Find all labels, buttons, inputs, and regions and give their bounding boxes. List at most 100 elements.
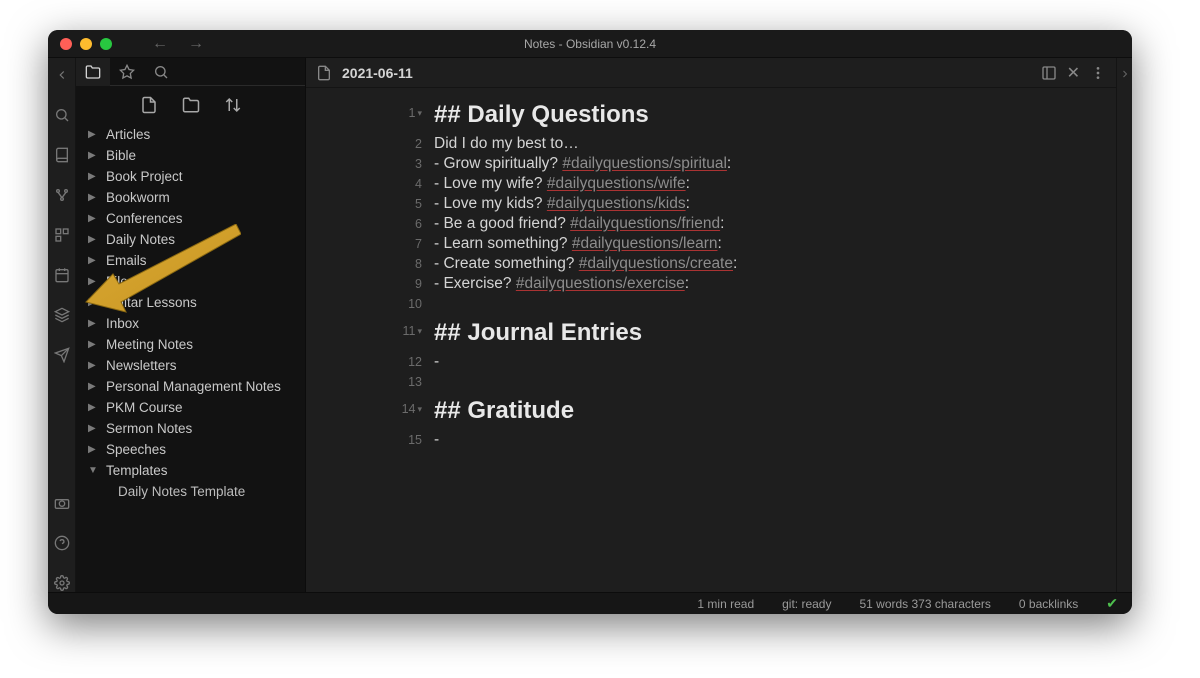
folder-item[interactable]: ▶Book Project [76, 166, 305, 187]
file-item[interactable]: Daily Notes Template [76, 481, 305, 502]
chevron-right-icon[interactable]: ▶ [88, 423, 98, 434]
tab-files[interactable] [76, 58, 110, 86]
sort-button[interactable] [224, 96, 242, 114]
chevron-right-icon[interactable]: ▶ [88, 360, 98, 371]
folder-item[interactable]: ▶Daily Notes [76, 229, 305, 250]
chevron-right-icon[interactable]: ▶ [88, 444, 98, 455]
more-options-icon[interactable] [1090, 65, 1106, 81]
chevron-right-icon[interactable]: ▶ [88, 381, 98, 392]
line-content[interactable]: - Love my kids? #dailyquestions/kids: [434, 194, 1116, 214]
editor[interactable]: 1▾## Daily Questions2Did I do my best to… [306, 88, 1116, 592]
layers-icon[interactable] [53, 306, 71, 324]
editor-line[interactable]: 3- Grow spiritually? #dailyquestions/spi… [306, 154, 1116, 174]
line-content[interactable]: ## Journal Entries [434, 314, 1116, 352]
folder-item[interactable]: ▶Meeting Notes [76, 334, 305, 355]
graph-icon[interactable] [53, 186, 71, 204]
hashtag-link[interactable]: #dailyquestions/wife [547, 175, 686, 192]
fold-marker-icon[interactable]: ▾ [417, 326, 422, 336]
folder-item[interactable]: ▶Inbox [76, 313, 305, 334]
hashtag-link[interactable]: #dailyquestions/spiritual [562, 155, 727, 172]
line-content[interactable] [434, 372, 1116, 392]
editor-line[interactable]: 11▾## Journal Entries [306, 314, 1116, 352]
preview-toggle-icon[interactable] [1041, 65, 1057, 81]
line-content[interactable]: - [434, 352, 1116, 372]
chevron-right-icon[interactable]: ▶ [88, 297, 98, 308]
line-content[interactable]: ## Daily Questions [434, 96, 1116, 134]
folder-item[interactable]: ▶Bookworm [76, 187, 305, 208]
close-window-button[interactable] [60, 38, 72, 50]
nav-forward-button[interactable]: → [188, 35, 204, 53]
hashtag-link[interactable]: #dailyquestions/exercise [516, 275, 685, 292]
line-content[interactable]: - [434, 430, 1116, 450]
editor-line[interactable]: 7- Learn something? #dailyquestions/lear… [306, 234, 1116, 254]
chevron-right-icon[interactable]: ▶ [88, 213, 98, 224]
line-content[interactable]: - Exercise? #dailyquestions/exercise: [434, 274, 1116, 294]
fold-marker-icon[interactable]: ▾ [417, 404, 422, 414]
editor-line[interactable]: 6- Be a good friend? #dailyquestions/fri… [306, 214, 1116, 234]
chevron-right-icon[interactable]: ▶ [88, 129, 98, 140]
chevron-right-icon[interactable]: ▶ [88, 402, 98, 413]
folder-item[interactable]: ▶PKM Course [76, 397, 305, 418]
search-icon[interactable] [53, 106, 71, 124]
new-note-button[interactable] [140, 96, 158, 114]
editor-line[interactable]: 5- Love my kids? #dailyquestions/kids: [306, 194, 1116, 214]
line-content[interactable] [434, 294, 1116, 314]
hashtag-link[interactable]: #dailyquestions/kids [547, 195, 686, 212]
chevron-right-icon[interactable]: ▶ [88, 255, 98, 266]
editor-line[interactable]: 12- [306, 352, 1116, 372]
editor-line[interactable]: 9- Exercise? #dailyquestions/exercise: [306, 274, 1116, 294]
settings-icon[interactable] [53, 574, 71, 592]
chevron-down-icon[interactable]: ▼ [88, 465, 98, 476]
chevron-right-icon[interactable]: ▶ [88, 276, 98, 287]
folder-item[interactable]: ▶Newsletters [76, 355, 305, 376]
right-sidebar-toggle[interactable] [1116, 58, 1132, 592]
tab-starred[interactable] [110, 58, 144, 86]
folder-item[interactable]: ▶Emails [76, 250, 305, 271]
folder-item[interactable]: ▶Guitar Lessons [76, 292, 305, 313]
line-content[interactable]: - Love my wife? #dailyquestions/wife: [434, 174, 1116, 194]
folder-tree[interactable]: ▶Articles▶Bible▶Book Project▶Bookworm▶Co… [76, 124, 305, 592]
camera-icon[interactable] [53, 494, 71, 512]
chevron-right-icon[interactable]: ▶ [88, 234, 98, 245]
fold-marker-icon[interactable]: ▾ [417, 108, 422, 118]
line-content[interactable]: - Be a good friend? #dailyquestions/frie… [434, 214, 1116, 234]
editor-line[interactable]: 10 [306, 294, 1116, 314]
calendar-icon[interactable] [53, 266, 71, 284]
line-content[interactable]: - Create something? #dailyquestions/crea… [434, 254, 1116, 274]
send-icon[interactable] [53, 346, 71, 364]
editor-line[interactable]: 4- Love my wife? #dailyquestions/wife: [306, 174, 1116, 194]
nav-back-button[interactable]: ← [152, 35, 168, 53]
new-folder-button[interactable] [182, 96, 200, 114]
chevron-right-icon[interactable]: ▶ [88, 318, 98, 329]
folder-item[interactable]: ▶Articles [76, 124, 305, 145]
hashtag-link[interactable]: #dailyquestions/create [579, 255, 733, 272]
folder-item[interactable]: ▶Bible [76, 145, 305, 166]
folder-item[interactable]: ▶Files [76, 271, 305, 292]
folder-item[interactable]: ▼Templates [76, 460, 305, 481]
chevron-right-icon[interactable]: ▶ [88, 171, 98, 182]
tab-search[interactable] [144, 58, 178, 86]
line-content[interactable]: Did I do my best to… [434, 134, 1116, 154]
workspace-icon[interactable] [53, 226, 71, 244]
folder-item[interactable]: ▶Sermon Notes [76, 418, 305, 439]
editor-line[interactable]: 2Did I do my best to… [306, 134, 1116, 154]
minimize-window-button[interactable] [80, 38, 92, 50]
chevron-right-icon[interactable]: ▶ [88, 150, 98, 161]
book-icon[interactable] [53, 146, 71, 164]
close-note-icon[interactable]: ✕ [1067, 63, 1080, 83]
editor-line[interactable]: 1▾## Daily Questions [306, 96, 1116, 134]
hashtag-link[interactable]: #dailyquestions/learn [572, 235, 718, 252]
folder-item[interactable]: ▶Personal Management Notes [76, 376, 305, 397]
folder-item[interactable]: ▶Conferences [76, 208, 305, 229]
editor-line[interactable]: 8- Create something? #dailyquestions/cre… [306, 254, 1116, 274]
editor-line[interactable]: 13 [306, 372, 1116, 392]
help-icon[interactable] [53, 534, 71, 552]
rail-collapse-icon[interactable] [53, 66, 71, 84]
hashtag-link[interactable]: #dailyquestions/friend [570, 215, 720, 232]
folder-item[interactable]: ▶Speeches [76, 439, 305, 460]
maximize-window-button[interactable] [100, 38, 112, 50]
line-content[interactable]: ## Gratitude [434, 392, 1116, 430]
chevron-right-icon[interactable]: ▶ [88, 339, 98, 350]
line-content[interactable]: - Grow spiritually? #dailyquestions/spir… [434, 154, 1116, 174]
line-content[interactable]: - Learn something? #dailyquestions/learn… [434, 234, 1116, 254]
